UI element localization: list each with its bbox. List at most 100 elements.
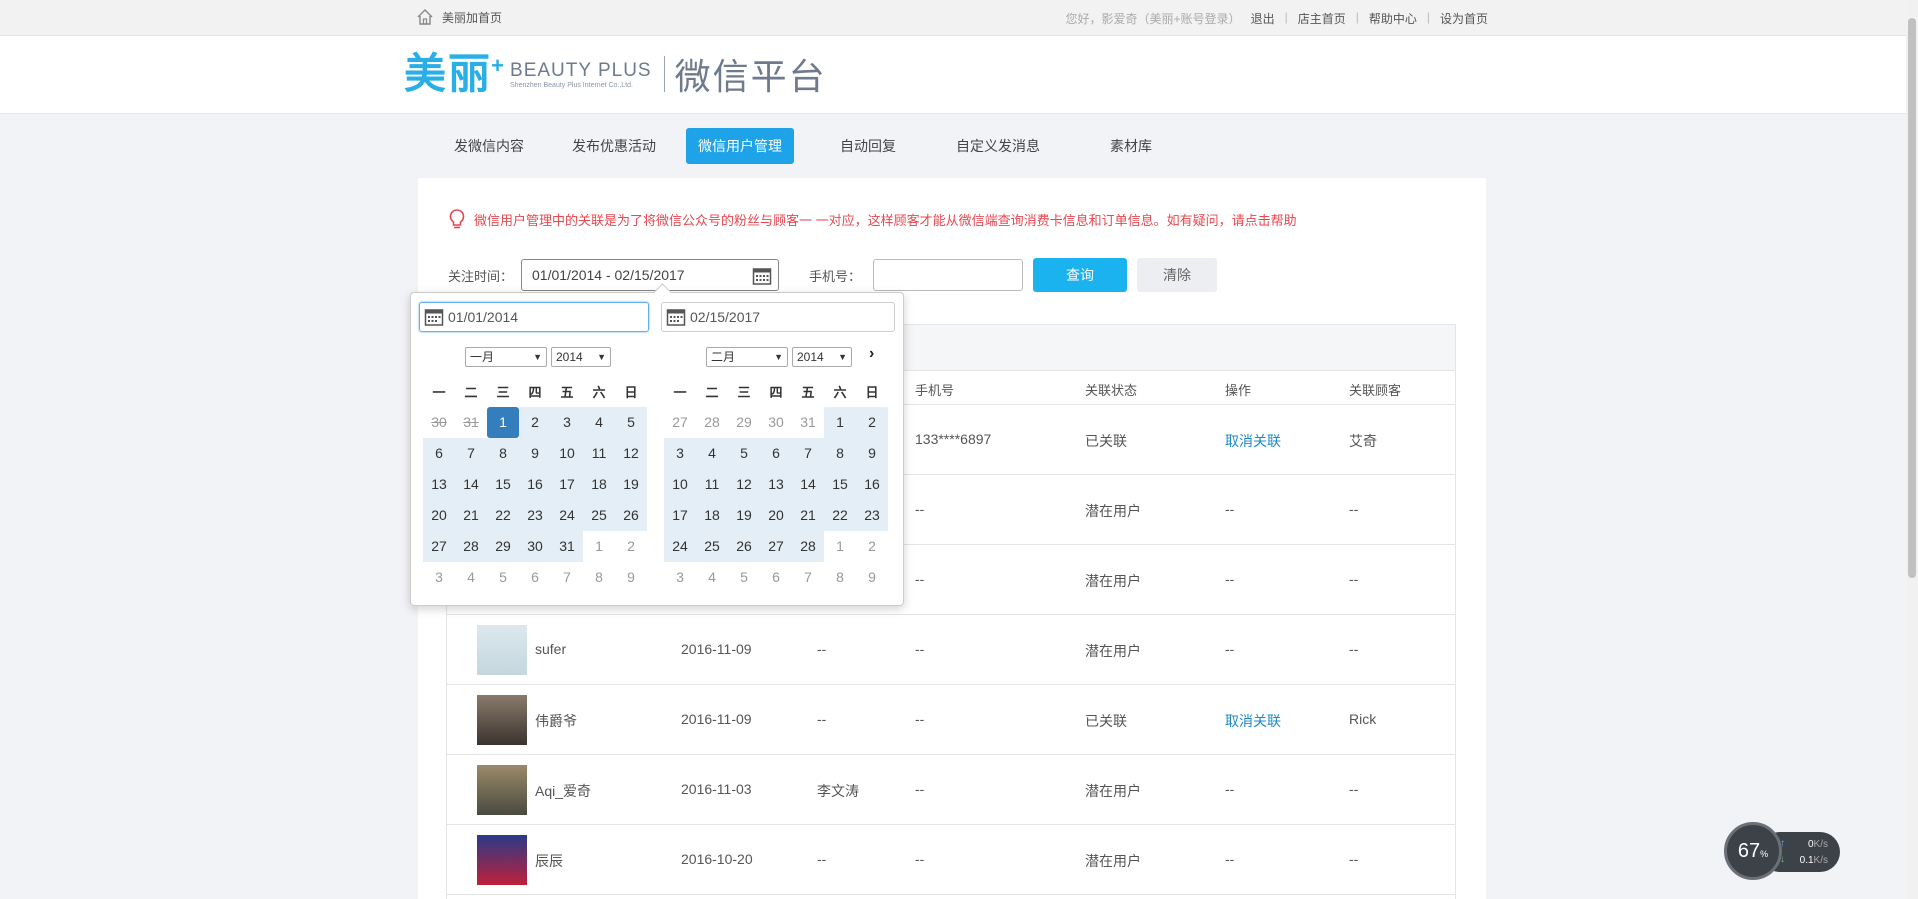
col-status: 关联状态 bbox=[1085, 383, 1138, 398]
calendar-day[interactable]: 18 bbox=[583, 469, 615, 500]
brand-logo[interactable]: 美丽 + BEAUTY PLUS Shenzhen Beauty Plus Int… bbox=[404, 46, 827, 102]
calendar-day[interactable]: 4 bbox=[583, 407, 615, 438]
calendar-day[interactable]: 1 bbox=[824, 407, 856, 438]
start-date-input[interactable]: 01/01/2014 bbox=[419, 302, 649, 332]
calendar-day[interactable]: 12 bbox=[615, 438, 647, 469]
calendar-day[interactable]: 17 bbox=[551, 469, 583, 500]
row-customer: -- bbox=[1349, 501, 1359, 517]
row-status: 已关联 bbox=[1085, 713, 1127, 729]
notice-text[interactable]: 微信用户管理中的关联是为了将微信公众号的粉丝与顾客一 一对应，这样顾客才能从微信… bbox=[474, 210, 1297, 229]
calendar-day[interactable]: 2 bbox=[519, 407, 551, 438]
calendar-day[interactable]: 18 bbox=[696, 500, 728, 531]
divider: | bbox=[1284, 10, 1288, 24]
calendar-day[interactable]: 22 bbox=[487, 500, 519, 531]
calendar-day[interactable]: 4 bbox=[696, 438, 728, 469]
calendar-day[interactable]: 9 bbox=[519, 438, 551, 469]
calendar-day[interactable]: 23 bbox=[856, 500, 888, 531]
calendar-day[interactable]: 24 bbox=[664, 531, 696, 562]
calendar-day[interactable]: 15 bbox=[487, 469, 519, 500]
calendar-day: 6 bbox=[760, 562, 792, 593]
calendar-day[interactable]: 19 bbox=[728, 500, 760, 531]
calendar-day[interactable]: 11 bbox=[696, 469, 728, 500]
year-select[interactable]: 2014 ▼ bbox=[551, 347, 611, 367]
date-range-input[interactable]: 01/01/2014 - 02/15/2017 bbox=[521, 259, 780, 291]
calendar-day[interactable]: 10 bbox=[664, 469, 696, 500]
calendar-day[interactable]: 16 bbox=[856, 469, 888, 500]
calendar-day[interactable]: 21 bbox=[455, 500, 487, 531]
calendar-day[interactable]: 3 bbox=[551, 407, 583, 438]
home-link[interactable]: 美丽加首页 bbox=[416, 8, 502, 26]
year-select[interactable]: 2014 ▼ bbox=[792, 347, 852, 367]
calendar-day[interactable]: 13 bbox=[760, 469, 792, 500]
month-select[interactable]: 一月 ▼ bbox=[465, 347, 547, 367]
calendar-day[interactable]: 20 bbox=[423, 500, 455, 531]
calendar-day[interactable]: 14 bbox=[455, 469, 487, 500]
calendar-day[interactable]: 6 bbox=[423, 438, 455, 469]
calendar-day: 9 bbox=[856, 562, 888, 593]
nav-custom-message[interactable]: 自定义发消息 bbox=[944, 128, 1052, 164]
set-homepage-link[interactable]: 设为首页 bbox=[1440, 10, 1488, 27]
calendar-day[interactable]: 25 bbox=[696, 531, 728, 562]
calendar-day[interactable]: 8 bbox=[487, 438, 519, 469]
calendar-day[interactable]: 12 bbox=[728, 469, 760, 500]
unlink-button[interactable]: 取消关联 bbox=[1225, 431, 1281, 451]
nav-auto-reply[interactable]: 自动回复 bbox=[828, 128, 908, 164]
clear-button[interactable]: 清除 bbox=[1137, 258, 1218, 292]
calendar-day[interactable]: 28 bbox=[455, 531, 487, 562]
shop-home-link[interactable]: 店主首页 bbox=[1298, 10, 1346, 27]
calendar-day[interactable]: 5 bbox=[615, 407, 647, 438]
calendar-day[interactable]: 5 bbox=[728, 438, 760, 469]
calendar-day[interactable]: 22 bbox=[824, 500, 856, 531]
calendar-day[interactable]: 31 bbox=[551, 531, 583, 562]
calendar-day[interactable]: 28 bbox=[792, 531, 824, 562]
calendar-day[interactable]: 13 bbox=[423, 469, 455, 500]
page-scrollbar[interactable] bbox=[1906, 0, 1918, 899]
selected-start-day[interactable]: 1 bbox=[487, 407, 519, 438]
nav-material-library[interactable]: 素材库 bbox=[1098, 128, 1164, 164]
calendar-day[interactable]: 3 bbox=[664, 438, 696, 469]
calendar-day[interactable]: 2 bbox=[856, 407, 888, 438]
weekday-label: 六 bbox=[833, 385, 847, 400]
calendar-day[interactable]: 23 bbox=[519, 500, 551, 531]
calendar-day[interactable]: 26 bbox=[615, 500, 647, 531]
calendar-day[interactable]: 27 bbox=[760, 531, 792, 562]
calendar-day[interactable]: 30 bbox=[519, 531, 551, 562]
calendar-day[interactable]: 14 bbox=[792, 469, 824, 500]
calendar-day[interactable]: 26 bbox=[728, 531, 760, 562]
calendar-day[interactable]: 17 bbox=[664, 500, 696, 531]
calendar-day[interactable]: 19 bbox=[615, 469, 647, 500]
phone-input[interactable] bbox=[873, 259, 1024, 291]
next-month-icon[interactable]: › bbox=[869, 345, 874, 363]
weekday-label: 一 bbox=[673, 385, 687, 400]
calendar-day[interactable]: 15 bbox=[824, 469, 856, 500]
calendar-day[interactable]: 11 bbox=[583, 438, 615, 469]
unlink-button[interactable]: 取消关联 bbox=[1225, 711, 1281, 731]
lightbulb-icon bbox=[449, 209, 465, 229]
month-select[interactable]: 二月 ▼ bbox=[706, 347, 788, 367]
row-action: -- bbox=[1225, 501, 1235, 517]
calendar-day[interactable]: 6 bbox=[760, 438, 792, 469]
scrollbar-thumb[interactable] bbox=[1908, 18, 1916, 578]
calendar-day[interactable]: 29 bbox=[487, 531, 519, 562]
calendar-day[interactable]: 7 bbox=[792, 438, 824, 469]
month-year-selectors: 一月 ▼ 2014 ▼ bbox=[423, 347, 649, 369]
calendar-day[interactable]: 10 bbox=[551, 438, 583, 469]
calendar-day[interactable]: 16 bbox=[519, 469, 551, 500]
calendar-day[interactable]: 21 bbox=[792, 500, 824, 531]
calendar-day[interactable]: 25 bbox=[583, 500, 615, 531]
calendar-day[interactable]: 8 bbox=[824, 438, 856, 469]
calendar-day[interactable]: 20 bbox=[760, 500, 792, 531]
logout-link[interactable]: 退出 bbox=[1251, 10, 1275, 27]
calendar-day[interactable]: 27 bbox=[423, 531, 455, 562]
query-button[interactable]: 查询 bbox=[1033, 258, 1128, 292]
calendar-day[interactable]: 24 bbox=[551, 500, 583, 531]
calendar-icon[interactable] bbox=[752, 266, 772, 286]
nav-post-content[interactable]: 发微信内容 bbox=[442, 128, 536, 164]
calendar-day[interactable]: 7 bbox=[455, 438, 487, 469]
end-date-input[interactable]: 02/15/2017 bbox=[661, 302, 895, 332]
nav-wechat-users[interactable]: 微信用户管理 bbox=[686, 128, 794, 164]
calendar-day[interactable]: 9 bbox=[856, 438, 888, 469]
nav-promotions[interactable]: 发布优惠活动 bbox=[560, 128, 668, 164]
help-center-link[interactable]: 帮助中心 bbox=[1369, 10, 1417, 27]
network-speed-widget[interactable]: ↑ 0K/s ↓ 0.1K/s 67% bbox=[1724, 822, 1840, 880]
